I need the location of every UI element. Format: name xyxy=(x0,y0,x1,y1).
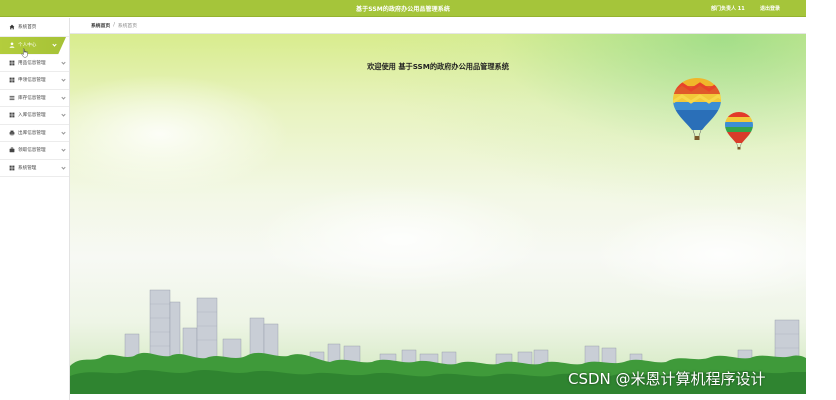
welcome-message: 欢迎使用 基于SSM的政府办公用品管理系统 xyxy=(367,62,509,71)
watermark-text: CSDN @米恩计算机程序设计 xyxy=(568,370,766,388)
chevron-down-icon xyxy=(61,129,66,135)
sidebar-item-label: 用品信息管理 xyxy=(18,60,46,66)
printer-icon xyxy=(9,130,15,136)
sidebar-item-inventory[interactable]: 库存信息管理 xyxy=(0,90,69,107)
breadcrumb-separator: / xyxy=(113,23,115,28)
top-header: 基于SSM的政府办公用品管理系统 部门负责人 11 退出登录 xyxy=(0,0,806,17)
person-icon xyxy=(9,42,15,48)
chevron-down-icon xyxy=(61,112,66,117)
briefcase-icon xyxy=(9,147,15,153)
grid-icon xyxy=(9,77,15,83)
sidebar-item-supplies[interactable]: 用品信息管理 xyxy=(0,55,69,72)
main-content: 欢迎使用 基于SSM的政府办公用品管理系统 xyxy=(70,34,806,394)
cloud xyxy=(250,184,550,294)
sidebar-item-profile[interactable]: 个人中心 xyxy=(0,37,66,55)
sidebar-item-system[interactable]: 系统管理 xyxy=(0,160,69,177)
cloud xyxy=(70,74,290,194)
breadcrumb: 系统首页 / 系统首页 xyxy=(70,18,806,34)
sidebar-item-home[interactable]: 系统首页 xyxy=(0,18,69,37)
chevron-down-icon xyxy=(52,42,57,47)
sidebar: 系统首页 个人中心 用品信息管理 申领信息管理 库存信息管理 入库信息管理 出库… xyxy=(0,18,70,400)
sidebar-item-label: 入库信息管理 xyxy=(18,113,46,119)
breadcrumb-current: 系统首页 xyxy=(117,24,138,29)
sidebar-item-stock-out[interactable]: 出库信息管理 xyxy=(0,125,69,142)
sidebar-item-label: 库存信息管理 xyxy=(18,95,46,101)
sidebar-item-stock-in[interactable]: 入库信息管理 xyxy=(0,107,69,125)
list-icon xyxy=(9,95,15,100)
breadcrumb-home-link[interactable]: 系统首页 xyxy=(91,22,110,29)
sidebar-item-label: 出库信息管理 xyxy=(18,130,46,136)
current-user-label: 部门负责人 11 xyxy=(711,6,745,12)
sidebar-item-label: 申领信息管理 xyxy=(18,78,46,84)
hot-air-balloons-image xyxy=(673,78,753,150)
chevron-down-icon xyxy=(61,94,66,100)
app-title: 基于SSM的政府办公用品管理系统 xyxy=(356,6,450,13)
home-icon xyxy=(9,24,15,30)
sidebar-item-label: 领取信息管理 xyxy=(18,148,46,154)
sidebar-item-requests[interactable]: 申领信息管理 xyxy=(0,72,69,90)
chevron-down-icon xyxy=(61,59,66,65)
chevron-down-icon xyxy=(61,164,66,170)
sidebar-item-label: 系统首页 xyxy=(18,25,37,30)
grid-icon xyxy=(9,60,15,66)
logout-button[interactable]: 退出登录 xyxy=(760,5,780,12)
sidebar-item-collection[interactable]: 领取信息管理 xyxy=(0,142,69,160)
sidebar-item-label: 系统管理 xyxy=(18,165,37,171)
sidebar-item-label: 个人中心 xyxy=(18,43,37,49)
chevron-down-icon xyxy=(61,77,66,82)
chevron-down-icon xyxy=(61,147,66,152)
grid-icon xyxy=(9,165,15,171)
grid-icon xyxy=(9,112,15,118)
